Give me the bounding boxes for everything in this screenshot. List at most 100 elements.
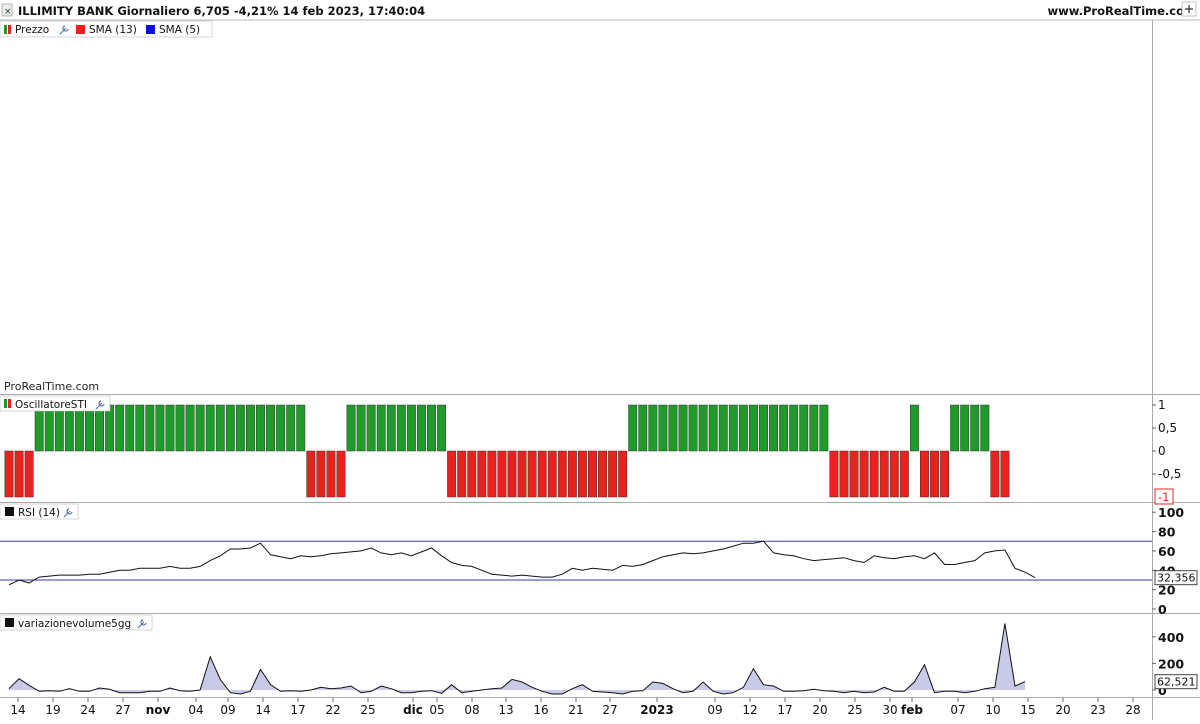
sti-bar (507, 450, 517, 498)
sti-bar (608, 450, 618, 498)
sti-bar (497, 450, 507, 498)
sti-bar (688, 404, 698, 452)
y-tick-label: 100 (1158, 505, 1184, 520)
x-tick-label: 17 (290, 703, 305, 717)
sti-bar (34, 404, 44, 452)
sti-bar (185, 404, 195, 452)
chart-title: ILLIMITY BANK Giornaliero 6,705 -4,21% 1… (18, 4, 425, 18)
sti-bar (819, 404, 829, 452)
sti-bar (235, 404, 245, 452)
price-legend: Prezzo SMA (13) SMA (5) (0, 20, 213, 38)
y-tick-label: 0 (1158, 444, 1166, 458)
sti-bar (567, 450, 577, 498)
y-tick-label: 0,5 (1158, 421, 1177, 435)
x-tick-label: 09 (707, 703, 722, 717)
y-tick-label: 400 (1158, 630, 1184, 645)
sti-bar (165, 404, 175, 452)
watermark: ProRealTime.com (4, 380, 99, 393)
legend-rsi[interactable]: RSI (14) (18, 507, 60, 519)
sti-bar (256, 404, 265, 452)
sti-bar (980, 404, 990, 452)
sti-bar (779, 404, 789, 452)
sti-bar (366, 404, 376, 452)
sti-bar (588, 450, 597, 498)
volume-badge-label: 62,521 (1157, 676, 1196, 689)
sti-bar (628, 404, 638, 452)
x-tick-label: 12 (742, 703, 757, 717)
sti-bar (4, 450, 14, 498)
sti-bar (759, 404, 768, 452)
sti-bar (195, 404, 205, 452)
x-tick-label: 23 (1090, 703, 1105, 717)
sti-bar (789, 404, 799, 452)
legend-sti[interactable]: OscillatoreSTI (15, 399, 87, 411)
sti-bar (879, 450, 889, 498)
sti-bar (286, 404, 296, 452)
sti-bar (326, 450, 336, 498)
x-tick-label: 05 (429, 703, 444, 717)
sti-bar (839, 450, 849, 498)
sti-legend: OscillatoreSTI (0, 395, 111, 412)
sti-bar (175, 404, 185, 452)
sti-bar (85, 404, 94, 452)
y-tick-label: 80 (1158, 525, 1176, 540)
x-tick-label: 25 (360, 703, 375, 717)
sti-bar (728, 404, 738, 452)
x-tick-label: 22 (325, 703, 340, 717)
x-tick-label: 27 (115, 703, 130, 717)
sti-bar (105, 404, 115, 452)
sti-bar (245, 404, 255, 452)
x-tick-label: 2023 (640, 703, 673, 717)
sti-bar (54, 404, 64, 452)
x-tick-label: 17 (777, 703, 792, 717)
x-tick-label: 14 (255, 703, 270, 717)
sti-bar (618, 450, 628, 498)
sti-bar (698, 404, 708, 452)
sti-bar (145, 404, 155, 452)
sti-bar (457, 450, 467, 498)
sti-bar (859, 450, 869, 498)
sti-bar (517, 450, 527, 498)
sti-bar (849, 450, 859, 498)
sti-bar (115, 404, 125, 452)
sti-bar (738, 404, 748, 452)
website-label[interactable]: www.ProRealTime.com (1047, 4, 1196, 18)
sti-badge-label: -1 (1158, 490, 1169, 504)
legend-sma5[interactable]: SMA (5) (159, 24, 200, 36)
sti-bar (658, 404, 668, 452)
x-tick-label: 15 (1020, 703, 1035, 717)
sti-bar (557, 450, 567, 498)
sti-bar (547, 450, 557, 498)
sti-bar (577, 450, 587, 498)
x-tick-label: 04 (188, 703, 203, 717)
sti-bar (386, 404, 396, 452)
sti-bar (899, 450, 909, 498)
legend-volume[interactable]: variazionevolume5gg (18, 618, 131, 630)
stock-chart: × ILLIMITY BANK Giornaliero 6,705 -4,21%… (0, 0, 1200, 720)
sma13-swatch (76, 25, 85, 34)
y-tick-label: 0 (1158, 602, 1167, 617)
sti-bar (940, 450, 950, 498)
x-tick-label: dic (403, 703, 423, 717)
sti-bar (869, 450, 879, 498)
legend-prezzo[interactable]: Prezzo (15, 24, 49, 36)
sti-bar (769, 404, 779, 452)
sti-bar (125, 404, 135, 452)
x-tick-label: feb (901, 703, 923, 717)
legend-sma13[interactable]: SMA (13) (89, 24, 137, 36)
sti-bar (64, 404, 74, 452)
sti-bar (24, 450, 34, 498)
candle-swatch-icon (4, 25, 7, 34)
plus-icon[interactable] (1181, 1, 1197, 17)
volume-legend: variazionevolume5gg (0, 614, 153, 631)
sti-bar (406, 404, 416, 452)
sma5-swatch (146, 25, 155, 34)
sti-bar (74, 404, 84, 452)
sti-bar (678, 404, 688, 452)
svg-text:×: × (4, 7, 12, 17)
x-tick-label: 30 (882, 703, 897, 717)
sti-bar (44, 404, 54, 452)
sti-bar (336, 450, 346, 498)
x-tick-label: 28 (1125, 703, 1140, 717)
sti-bar (14, 450, 24, 498)
